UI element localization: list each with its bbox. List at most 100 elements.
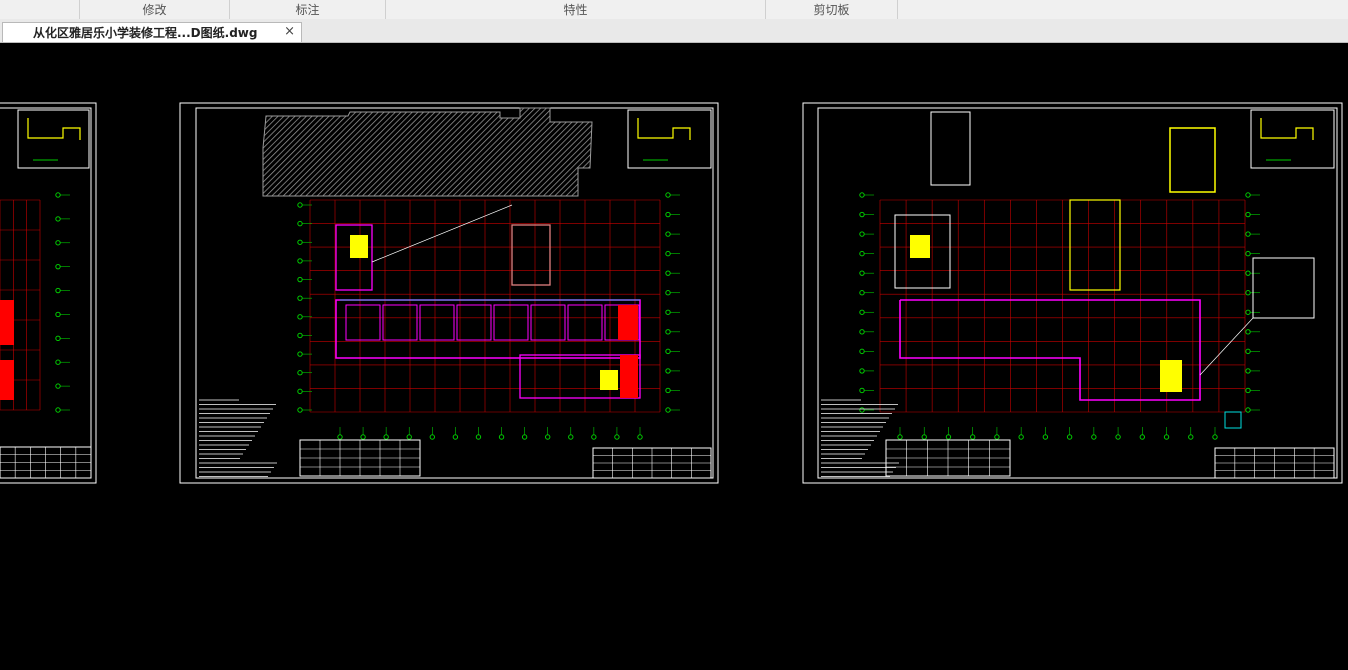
sheet-2-axis-bubble-right [665, 250, 671, 257]
sheet-2-axis-bubble-right [665, 270, 671, 276]
sheet-3-axis-bubble-left [859, 231, 865, 237]
sheet-1-inner-frame [0, 107, 92, 479]
sheet-3-axis-bubble-right [1245, 368, 1251, 374]
sheet-3-axis-bubble-left [859, 192, 865, 198]
sheet-3-axis-bubble-bottom [1212, 434, 1218, 440]
sheet-3-axis-bubble-right [1245, 290, 1251, 296]
sheet-1-axis-bubble [55, 192, 61, 198]
sheet-3-key-plan [1250, 109, 1335, 169]
sheet-3-axis-bubble-left [859, 387, 865, 394]
sheet-2-yellow-stair [350, 235, 368, 258]
sheet-2-axis-bubble-bottom [452, 434, 459, 440]
sheet-3-yellow-stair [910, 235, 930, 258]
sheet-1-axis-bubble [55, 216, 61, 222]
sheet-3-axis-bubble-bottom [1042, 434, 1049, 440]
sheet-3-axis-bubble-left [859, 348, 865, 355]
sheet-3-outer-frame [802, 102, 1343, 484]
sheet-3-axis-bubble-left [859, 211, 865, 218]
sheet-3-axis-bubble-right [1245, 211, 1251, 218]
sheet-3-axis-bubble-bottom [945, 434, 952, 440]
sheet-3-axis-bubble-left [859, 309, 865, 315]
sheet-2-corridor-wall [335, 299, 641, 359]
sheet-2-axis-bubble-bottom [475, 434, 482, 440]
sheet-2-axis-bubble-left [297, 276, 303, 283]
sheet-1-key-plan [17, 109, 90, 169]
sheet-3-axis-bubble-left [859, 407, 865, 413]
sheet-3-axis-bubble-right [1245, 270, 1251, 276]
sheet-2-axis-bubble-bottom [544, 434, 551, 440]
sheet-2-hatched-building [262, 107, 593, 197]
sheet-2-red-room [618, 305, 638, 340]
sheet-3-detail-box [930, 111, 971, 186]
sheet-3-axis-bubble-left [859, 368, 865, 374]
sheet-1-axis-bubble [55, 263, 61, 270]
sheet-1-axis-bubble [55, 383, 61, 389]
sheet-3-callout-box [1252, 257, 1315, 319]
sheet-3-axis-bubble-bottom [1139, 434, 1146, 440]
sheet-2-axis-bubble-right [665, 368, 671, 374]
sheet-3-axis-bubble-right [1245, 192, 1251, 198]
sheet-3-axis-bubble-left [859, 250, 865, 257]
ribbon-panel-modify[interactable]: 修改 [80, 0, 230, 19]
sheet-2-axis-bubble-left [297, 370, 303, 376]
sheet-3-axis-bubble-left [859, 290, 865, 296]
sheet-2-axis-bubble-left [297, 388, 303, 395]
sheet-3-axis-bubble-right [1245, 407, 1251, 413]
sheet-2-axis-bubble-right [665, 348, 671, 355]
sheet-1-red-room [0, 300, 14, 345]
sheet-3-axis-bubble-right [1245, 250, 1251, 257]
sheet-2-axis-bubble-bottom [568, 434, 574, 440]
sheet-1-axis-bubble [55, 407, 61, 413]
sheet-3-axis-bubble-right [1245, 348, 1251, 355]
sheet-3-yellow-core [1160, 360, 1182, 392]
sheet-2-classroom [382, 304, 418, 341]
sheet-2-axis-bubble-right [665, 309, 671, 315]
sheet-2-axis-bubble-right [665, 329, 671, 335]
sheet-2-red-room [620, 355, 638, 398]
sheet-3-axis-bubble-bottom [1163, 434, 1170, 440]
sheet-3-axis-bubble-bottom [1066, 434, 1073, 440]
sheet-2-axis-bubble-bottom [498, 434, 505, 440]
sheet-2-classroom [456, 304, 492, 341]
sheet-3-axis-bubble-bottom [1188, 434, 1194, 440]
sheet-3-axis-bubble-left [859, 329, 865, 335]
ribbon-panel-clipboard[interactable]: 剪切板 [766, 0, 898, 19]
sheet-2-axis-bubble-bottom [337, 434, 343, 440]
ribbon-panel-annotation[interactable]: 标注 [230, 0, 386, 19]
drawing-canvas[interactable] [0, 43, 1348, 670]
cad-drawing[interactable] [0, 43, 1348, 670]
sheet-2-axis-bubble-right [665, 387, 671, 394]
ribbon-panel-draw[interactable] [0, 0, 80, 19]
sheet-3-axis-bubble-right [1245, 387, 1251, 394]
ribbon-panel-labels: 修改 标注 特性 剪切板 [0, 0, 1348, 20]
sheet-2-axis-bubble-bottom [637, 434, 643, 440]
sheet-3-axis-bubble-right [1245, 329, 1251, 335]
sheet-2-axis-bubble-right [665, 231, 671, 237]
sheet-2-axis-bubble-bottom [614, 434, 620, 440]
sheet-2-axis-bubble-left [297, 407, 303, 413]
close-icon[interactable]: × [284, 24, 295, 39]
sheet-2-axis-bubble-left [297, 332, 303, 339]
sheet-3-axis-bubble-bottom [1018, 434, 1024, 440]
sheet-2-axis-bubble-bottom [591, 434, 597, 440]
sheet-2-classroom [493, 304, 529, 341]
document-tab-active[interactable]: 从化区雅居乐小学装修工程...D图纸.dwg × [2, 22, 302, 42]
sheet-3-axis-bubble-bottom [1091, 434, 1097, 440]
sheet-1-axis-bubble [55, 335, 61, 342]
sheet-3-yellow-wing [1069, 199, 1121, 291]
sheet-1-axis-bubble [55, 359, 61, 365]
sheet-1-axis-bubble [55, 311, 61, 318]
sheet-3-axis-bubble-bottom [994, 434, 1000, 440]
sheet-2-axis-bubble-bottom [429, 434, 436, 440]
document-tab-title: 从化区雅居乐小学装修工程...D图纸.dwg [33, 26, 258, 40]
sheet-2-axis-bubble-bottom [521, 434, 528, 440]
sheet-3-axis-bubble-bottom [969, 434, 976, 440]
sheet-2-axis-bubble-left [297, 351, 303, 357]
ribbon-panel-properties[interactable]: 特性 [386, 0, 766, 19]
sheet-2-axis-bubble-right [665, 192, 671, 198]
sheet-2-classroom [345, 304, 381, 341]
sheet-2-axis-bubble-bottom [360, 434, 366, 440]
sheet-1-axis-bubble [55, 287, 61, 294]
sheet-3-axis-bubble-right [1245, 309, 1251, 315]
sheet-2-key-plan [627, 109, 712, 169]
